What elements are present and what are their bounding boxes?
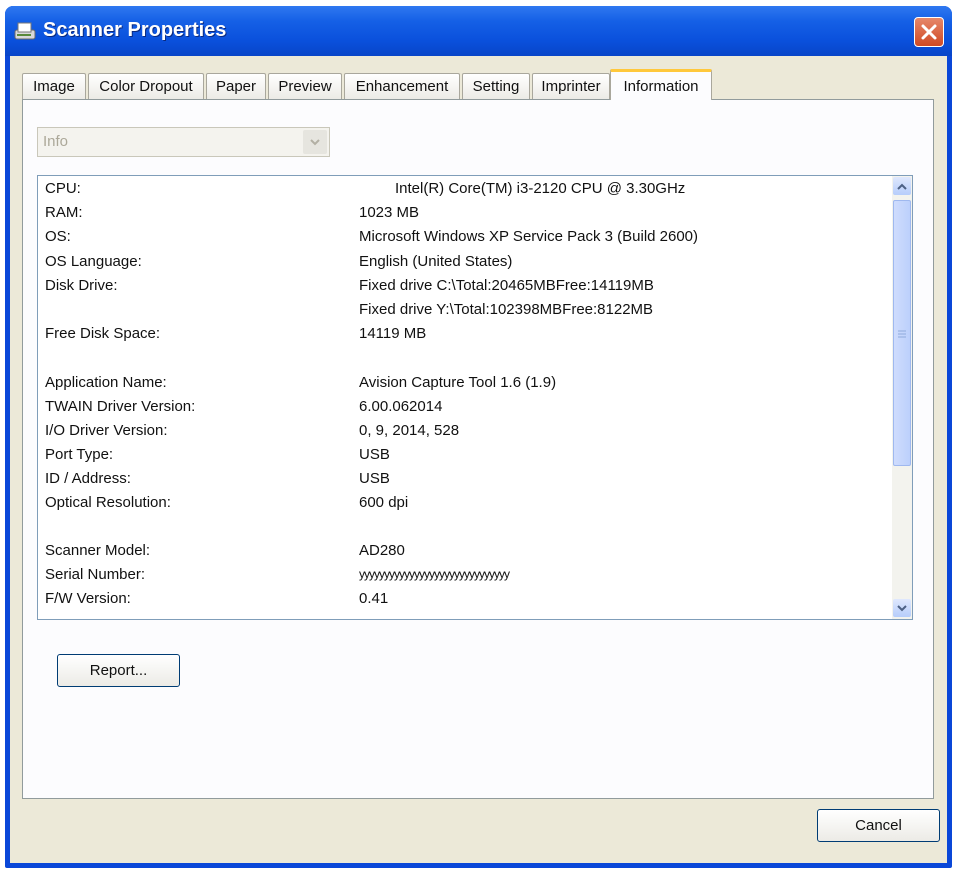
scanner-icon: [14, 22, 36, 40]
info-value: 0, 9, 2014, 528: [359, 422, 460, 439]
info-label: OS:: [45, 228, 71, 245]
info-value: 600 dpi: [359, 494, 409, 511]
vertical-scrollbar[interactable]: [892, 176, 912, 619]
info-value: AD280: [359, 542, 405, 559]
info-listbox[interactable]: CPU: Intel(R) Core(TM) i3-2120 CPU @ 3.3…: [37, 175, 913, 620]
combo-dropdown-button[interactable]: [303, 130, 327, 154]
scroll-down-button[interactable]: [893, 599, 911, 617]
info-label: Serial Number:: [45, 566, 146, 583]
info-label: I/O Driver Version:: [45, 422, 168, 439]
info-label: F/W Version:: [45, 590, 131, 607]
info-label: RAM:: [45, 204, 83, 221]
info-label: TWAIN Driver Version:: [45, 398, 196, 415]
title-bar[interactable]: Scanner Properties: [5, 6, 952, 56]
info-combo-value: Info: [43, 133, 69, 150]
info-label: Port Type:: [45, 446, 114, 463]
tab-preview[interactable]: Preview: [268, 73, 342, 99]
report-button[interactable]: Report...: [57, 654, 180, 687]
info-label: CPU:: [45, 180, 81, 197]
chevron-up-icon: [897, 183, 907, 190]
scroll-up-button[interactable]: [893, 177, 911, 195]
tab-setting[interactable]: Setting: [462, 73, 530, 99]
scanner-properties-window: Scanner Properties Image Color Dropout P…: [5, 6, 952, 868]
info-value: 14119 MB: [359, 325, 427, 342]
info-value: Fixed drive C:\Total:20465MBFree:14119MB: [359, 277, 654, 294]
info-value: Intel(R) Core(TM) i3-2120 CPU @ 3.30GHz: [395, 180, 686, 197]
info-value: 1023 MB: [359, 204, 420, 221]
close-button[interactable]: [914, 17, 944, 47]
scrollbar-thumb[interactable]: [893, 200, 911, 466]
tab-image[interactable]: Image: [22, 73, 86, 99]
info-value: Fixed drive Y:\Total:102398MBFree:8122MB: [359, 301, 654, 318]
tab-information[interactable]: Information: [610, 69, 712, 100]
chevron-down-icon: [310, 138, 320, 145]
info-value: English (United States): [359, 253, 513, 270]
info-value: 6.00.062014: [359, 398, 443, 415]
info-value: yyyyyyyyyyyyyyyyyyyyyyyyyyyyyy: [359, 567, 510, 581]
tab-enhancement[interactable]: Enhancement: [344, 73, 460, 99]
cancel-button[interactable]: Cancel: [817, 809, 940, 842]
info-label: Scanner Model:: [45, 542, 151, 559]
info-combo[interactable]: Info: [37, 127, 330, 157]
grip-icon: [898, 330, 906, 338]
info-value: 0.41: [359, 590, 389, 607]
window-title: Scanner Properties: [43, 19, 227, 41]
tab-imprinter[interactable]: Imprinter: [532, 73, 610, 99]
tab-paper[interactable]: Paper: [206, 73, 266, 99]
info-label: OS Language:: [45, 253, 142, 270]
info-value: Avision Capture Tool 1.6 (1.9): [359, 374, 557, 391]
info-label: ID / Address:: [45, 470, 131, 487]
info-value: USB: [359, 446, 390, 463]
info-label: Optical Resolution:: [45, 494, 171, 511]
dialog-client-area: Image Color Dropout Paper Preview Enhanc…: [10, 56, 947, 863]
close-icon: [921, 24, 937, 40]
info-label: Application Name:: [45, 374, 167, 391]
info-value: Microsoft Windows XP Service Pack 3 (Bui…: [359, 228, 699, 245]
info-value: USB: [359, 470, 390, 487]
chevron-down-icon: [897, 604, 907, 611]
info-label: Free Disk Space:: [45, 325, 161, 342]
info-label: Disk Drive:: [45, 277, 118, 294]
information-panel: Info CPU: Intel(R) Core(TM) i3-2120 CPU …: [22, 99, 934, 799]
tab-color-dropout[interactable]: Color Dropout: [88, 73, 204, 99]
